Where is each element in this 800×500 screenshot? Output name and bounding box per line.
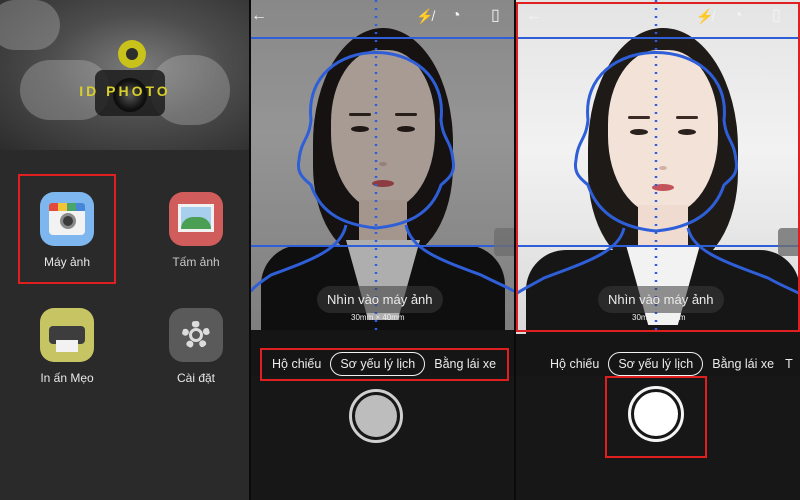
camera-controls [251,376,514,500]
tile-settings[interactable]: Cài đặt [146,308,246,385]
flash-off-icon[interactable]: ⚡̸ [696,8,713,24]
brand-title: ID PHOTO [79,83,171,99]
tile-print-tips[interactable]: In ấn Mẹo [17,308,117,385]
aperture-logo-icon [118,40,146,68]
side-drawer-handle[interactable] [494,228,514,256]
mode-overflow[interactable]: T [783,353,800,375]
tile-photos[interactable]: Tấm ảnh [146,192,246,269]
camera-toolbar: ← ⚡̸ ◔ ▯ [516,6,800,30]
look-at-camera-hint: Nhìn vào máy ảnh [317,286,443,313]
highlight-viewfinder [516,2,800,332]
printer-icon [40,308,94,362]
arrow-left-icon[interactable]: ← [526,8,542,24]
tile-photos-label: Tấm ảnh [172,255,220,269]
arrow-left-icon[interactable]: ← [251,8,267,24]
switch-camera-icon[interactable]: ▯ [772,8,781,24]
switch-camera-icon[interactable]: ▯ [491,8,500,24]
photo-size-label: 30mm × 40mm [351,313,405,322]
timer-icon[interactable]: ◔ [451,8,461,24]
timer-icon[interactable]: ◔ [733,8,743,24]
camera-toolbar: ← ⚡̸ ◔ ▯ [251,6,514,30]
mode-driver-license[interactable]: Bằng lái xe [703,353,783,375]
highlight-camera-tile [18,174,116,284]
header-banner: ID PHOTO [0,0,250,150]
photo-gallery-icon [169,192,223,246]
highlight-shutter [605,376,707,458]
settings-gear-icon [169,308,223,362]
tile-print-tips-label: In ấn Mẹo [40,371,94,385]
mode-resume[interactable]: Sơ yếu lý lịch [608,352,704,376]
camera-screen-right: Nhìn vào máy ảnh 30mm × 40mm ← ⚡̸ ◔ ▯ Hộ… [516,0,800,500]
tile-settings-label: Cài đặt [176,371,216,385]
app-screens: ID PHOTO Máy ảnh Tấm ảnh In ấn Mẹo Cài đ… [0,0,800,500]
face-guide-overlay [251,0,514,330]
mode-passport[interactable]: Hộ chiếu [541,353,608,375]
camera-screen-left: Nhìn vào máy ảnh 30mm × 40mm ← ⚡̸ ◔ ▯ Hộ… [251,0,514,500]
highlight-mode-selector [260,348,509,381]
camera-viewfinder: Nhìn vào máy ảnh 30mm × 40mm [251,0,514,330]
shutter-button[interactable] [349,389,403,443]
flash-off-icon[interactable]: ⚡̸ [416,8,433,24]
home-screen: ID PHOTO Máy ảnh Tấm ảnh In ấn Mẹo Cài đ… [0,0,250,500]
shoulder-guide-left [251,224,348,293]
photo-type-selector: Hộ chiếu Sơ yếu lý lịch Bằng lái xe T [541,348,800,380]
